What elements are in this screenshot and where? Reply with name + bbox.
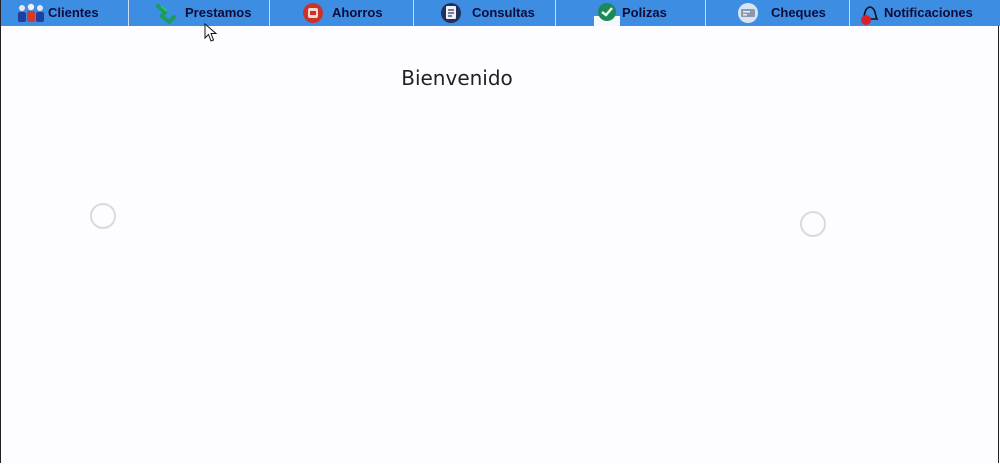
radio-button-left[interactable] xyxy=(90,203,116,229)
menu-item-label: Clientes xyxy=(48,5,99,20)
cheque-icon xyxy=(737,2,759,24)
menu-item-label: Ahorros xyxy=(332,5,383,20)
money-icon xyxy=(155,2,177,25)
app-window: Clientes Prestamos Ahorros Consultas Pol… xyxy=(0,0,1000,463)
menu-item-cheques[interactable]: Cheques xyxy=(706,0,850,26)
menu-item-label: Prestamos xyxy=(185,5,252,20)
bell-icon xyxy=(857,2,879,25)
menu-item-clientes[interactable]: Clientes xyxy=(1,0,129,26)
menu-item-prestamos[interactable]: Prestamos xyxy=(129,0,270,26)
menu-item-label: Polizas xyxy=(622,5,667,20)
menu-item-label: Consultas xyxy=(472,5,535,20)
welcome-heading: Bienvenido xyxy=(401,66,513,90)
menu-item-polizas[interactable]: Polizas xyxy=(556,0,706,26)
menu-item-label: Cheques xyxy=(771,5,826,20)
document-icon xyxy=(440,2,462,24)
menu-item-ahorros[interactable]: Ahorros xyxy=(270,0,414,26)
radio-button-right[interactable] xyxy=(800,211,826,237)
policy-icon xyxy=(594,2,620,26)
menu-item-label: Notificaciones xyxy=(884,5,973,20)
main-menubar: Clientes Prestamos Ahorros Consultas Pol… xyxy=(1,0,1000,26)
menu-item-consultas[interactable]: Consultas xyxy=(414,0,556,26)
mouse-cursor-icon xyxy=(204,23,218,42)
piggy-bank-icon xyxy=(302,2,324,24)
users-icon xyxy=(17,2,44,24)
menu-item-notificaciones[interactable]: Notificaciones xyxy=(850,0,1000,26)
